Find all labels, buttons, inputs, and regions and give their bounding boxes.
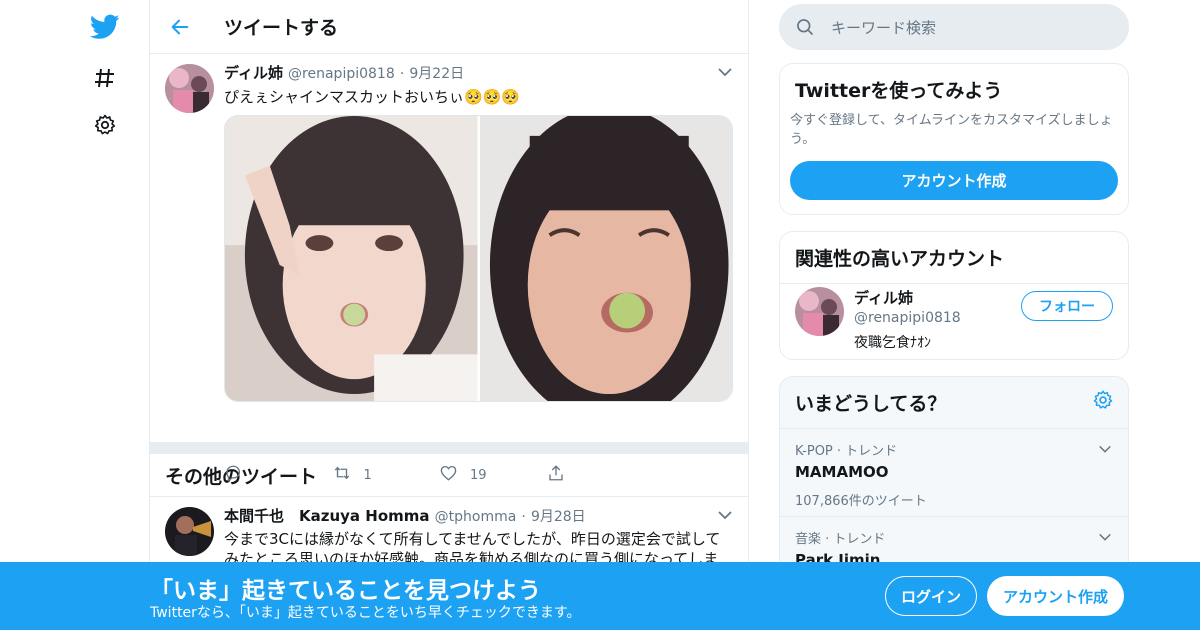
tweet[interactable]: ディル姉 @renapipi0818 · 9月22日 ぴえぇシャインマスカットお… xyxy=(150,54,748,483)
follow-button[interactable]: フォロー xyxy=(1021,291,1113,321)
like-action[interactable]: 19 xyxy=(439,464,547,486)
share-icon[interactable] xyxy=(547,464,565,486)
separator-dot: · xyxy=(399,66,405,82)
retweet-icon[interactable] xyxy=(332,464,352,486)
reply-action[interactable] xyxy=(224,464,332,486)
chevron-down-icon[interactable] xyxy=(1098,441,1112,460)
settings-gear-icon[interactable] xyxy=(90,110,120,140)
left-nav xyxy=(0,0,150,630)
tweet-text: ぴえぇシャインマスカットおいちぃ🥺🥺🥺 xyxy=(224,88,521,106)
signup-card: Twitterを使ってみよう 今すぐ登録して、タイムラインをカスタマイズしましょ… xyxy=(779,63,1129,215)
search-box[interactable]: キーワード検索 xyxy=(779,4,1129,50)
related-card-title: 関連性の高いアカウント xyxy=(780,232,1128,284)
related-user-handle[interactable]: @renapipi0818 xyxy=(854,310,961,326)
create-account-button[interactable]: アカウント作成 xyxy=(987,576,1124,616)
separator-dot: · xyxy=(521,509,526,525)
trends-settings-gear-icon[interactable] xyxy=(1092,389,1114,415)
avatar[interactable] xyxy=(165,507,214,556)
back-arrow-icon[interactable] xyxy=(150,0,210,54)
page-title: ツイートする xyxy=(224,17,339,39)
tweet-media[interactable] xyxy=(224,115,733,402)
tweet-date[interactable]: 9月28日 xyxy=(531,509,586,525)
signup-card-title: Twitterを使ってみよう xyxy=(795,80,1003,102)
section-divider xyxy=(150,442,748,454)
tweet-actions: 1 19 xyxy=(224,464,654,486)
chevron-down-icon[interactable] xyxy=(717,64,733,84)
retweet-count: 1 xyxy=(363,467,372,483)
trends-card: いまどうしてる？ K-POP · トレンド MAMAMOO 107,866件のツ… xyxy=(779,376,1129,576)
create-account-button[interactable]: アカウント作成 xyxy=(790,161,1118,200)
reply-icon[interactable] xyxy=(224,464,242,486)
avatar[interactable] xyxy=(795,287,844,336)
user-handle[interactable]: @tphomma xyxy=(435,509,517,525)
twitter-logo-icon[interactable] xyxy=(90,12,120,42)
user-handle[interactable]: @renapipi0818 xyxy=(288,66,395,82)
search-input[interactable]: キーワード検索 xyxy=(831,17,936,38)
trend-count: 107,866件のツイート xyxy=(795,494,927,509)
main-column: ツイートする ディル姉 @renapipi0818 · 9月22日 ぴえぇシャイ… xyxy=(150,0,749,630)
retweet-action[interactable]: 1 xyxy=(332,464,440,486)
user-name[interactable]: 本間千也 Kazuya Homma xyxy=(224,507,430,525)
like-count: 19 xyxy=(470,467,487,483)
login-button[interactable]: ログイン xyxy=(885,576,977,616)
signup-card-description: 今すぐ登録して、タイムラインをカスタマイズしましょう。 xyxy=(790,113,1113,147)
banner-subtext: Twitterなら、「いま」起きていることをいち早くチェックできます。 xyxy=(150,605,581,621)
share-action[interactable] xyxy=(547,464,655,486)
heart-icon[interactable] xyxy=(439,464,458,486)
trend-context: 音楽 · トレンド xyxy=(795,532,886,547)
tweet-date[interactable]: 9月22日 xyxy=(409,66,464,82)
main-header: ツイートする xyxy=(150,0,748,54)
chevron-down-icon[interactable] xyxy=(1098,529,1112,548)
user-name[interactable]: ディル姉 xyxy=(224,64,283,82)
chevron-down-icon[interactable] xyxy=(717,507,733,527)
banner-headline: 「いま」起きていることを見つけよう xyxy=(150,578,541,604)
trend-item[interactable]: K-POP · トレンド MAMAMOO 107,866件のツイート xyxy=(780,428,1128,516)
search-icon xyxy=(795,17,815,37)
signup-banner: 「いま」起きていることを見つけよう Twitterなら、「いま」起きていることを… xyxy=(0,562,1200,630)
hashtag-icon[interactable] xyxy=(90,63,120,93)
related-user-name[interactable]: ディル姉 xyxy=(854,287,961,308)
trend-name[interactable]: MAMAMOO xyxy=(795,463,1113,481)
related-user-bio: 夜職乞食ﾅｵﾝ xyxy=(854,335,931,351)
trends-title: いまどうしてる？ xyxy=(795,393,947,415)
related-accounts-card: 関連性の高いアカウント ディル姉 @renapipi0818 夜職乞食ﾅｵﾝ フ… xyxy=(779,231,1129,360)
tweet-photo-1[interactable] xyxy=(225,116,478,401)
avatar[interactable] xyxy=(165,64,214,113)
trend-context: K-POP · トレンド xyxy=(795,444,898,459)
tweet-photo-2[interactable] xyxy=(479,116,732,401)
